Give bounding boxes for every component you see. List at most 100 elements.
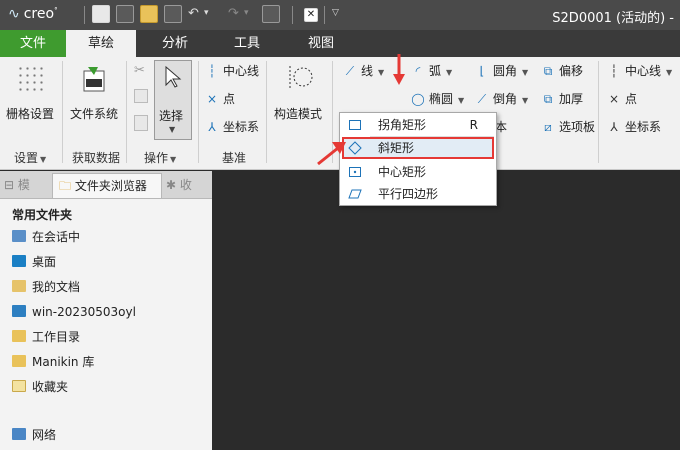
folder-item-working-directory[interactable]: 工作目录 [12,327,80,347]
coordinate-system-icon: ⅄ [610,120,618,134]
undo-dropdown-icon[interactable]: ▾ [204,8,209,18]
folder-item-favorites[interactable]: 收藏夹 [12,377,68,397]
redo-dropdown-icon[interactable]: ▾ [244,8,249,18]
sketch-centerline-button[interactable]: ┆ 中心线 ▼ [606,61,672,81]
folder-item-in-session[interactable]: 在会话中 [12,227,80,247]
group-separator [198,61,199,163]
line-button[interactable]: ⟋ 线 ▼ [342,61,384,81]
redo-icon[interactable]: ↷ [228,6,239,21]
tab-folder-browser[interactable]: 🗀 文件夹浏览器 [52,173,162,198]
tab-file[interactable]: 文件 [0,30,66,57]
folder-item-network[interactable]: 网络 [12,425,56,445]
thicken-icon: ⧉ [543,92,553,106]
palette-button[interactable]: ⧄ 选项板 [540,117,595,137]
chevron-down-icon: ▼ [666,68,673,77]
print-icon[interactable] [116,5,134,23]
cursor-arrow-icon [165,65,182,88]
tab-analysis[interactable]: 分析 [140,30,210,57]
arc-icon: ◜ [415,64,421,78]
folder-item-my-documents[interactable]: 我的文档 [12,277,80,297]
copy-icon[interactable] [134,89,148,103]
save-icon[interactable] [164,5,182,23]
cut-icon[interactable]: ✂ [134,63,145,78]
grid-settings-button[interactable]: 栅格设置 [6,105,54,122]
menu-item-center-rectangle[interactable]: 中心矩形 [342,161,494,183]
chevron-down-icon: ▼ [378,68,385,77]
fillet-button[interactable]: ⌊ 圆角 ▼ [474,61,529,81]
chamfer-button[interactable]: ⟋ 倒角 ▼ [474,89,528,109]
offset-button[interactable]: ⧉ 偏移 [540,61,583,81]
group-separator [598,61,599,163]
library-folder-icon [12,355,26,367]
chevron-down-icon: ▼ [446,68,453,77]
folder-item-desktop[interactable]: 桌面 [12,252,56,272]
select-button[interactable]: 选择 ▼ [154,60,192,140]
tab-favorites[interactable]: ✱ 收 [166,173,208,198]
common-folders-heading: 常用文件夹 [12,208,73,222]
regenerate-icon[interactable] [262,5,280,23]
folder-item-computer[interactable]: win-20230503oyl [12,302,136,322]
center-rectangle-icon [349,167,361,177]
menu-item-slanted-rectangle[interactable]: 斜矩形 [342,137,494,159]
close-window-icon[interactable]: ✕ [304,8,318,22]
menu-item-parallelogram[interactable]: 平行四边形 [342,183,494,205]
sketch-point-button[interactable]: × 点 [606,89,637,109]
working-directory-icon [12,330,26,342]
desktop-icon [12,255,26,267]
tab-sketch[interactable]: 草绘 [66,30,136,57]
paste-icon[interactable] [134,115,148,131]
title-bar: ∿ creo° ↶ ▾ ↷ ▾ ✕ ▽ S2D0001 (活动的) - [0,0,680,30]
sketch-coordsys-button[interactable]: ⅄ 坐标系 [606,117,661,137]
datum-coordsys-button[interactable]: ⅄ 坐标系 [204,117,259,137]
graphics-area[interactable] [213,171,680,450]
construction-mode-icon[interactable] [286,63,314,91]
corner-rectangle-icon [349,120,361,130]
shortcut-label: R [469,118,478,132]
annotation-arrow-right [317,142,346,166]
tab-model-tree[interactable]: ⊟ 模 [4,173,46,198]
network-icon [12,428,26,440]
palette-icon: ⧄ [544,120,552,134]
point-icon: × [206,92,218,106]
folder-icon: 🗀 [59,179,72,193]
group-separator [266,61,267,163]
folder-item-manikin-library[interactable]: Manikin 库 [12,352,94,372]
undo-icon[interactable]: ↶ [188,6,199,21]
group-settings[interactable]: 设置 ▼ [14,149,46,166]
tab-view[interactable]: 视图 [286,30,356,57]
parallelogram-icon [348,189,362,199]
point-icon: × [608,92,620,106]
file-system-button[interactable]: 文件系统 [70,105,118,122]
ribbon-tab-bar: 文件 草绘 分析 工具 视图 [0,30,680,57]
grid-icon[interactable] [17,65,45,93]
chevron-down-icon: ▼ [40,155,47,164]
computer-icon [12,305,26,317]
rectangle-type-menu: 拐角矩形 R 斜矩形 中心矩形 平行四边形 [339,112,497,206]
menu-item-corner-rectangle[interactable]: 拐角矩形 R [342,114,494,136]
offset-icon: ⧉ [543,64,553,78]
ellipse-button[interactable]: ◯ 椭圆 ▼ [410,89,464,109]
toolbar-separator [292,6,293,24]
arc-button[interactable]: ◜ 弧 ▼ [410,61,453,81]
favorites-folder-icon [12,380,26,392]
new-file-icon[interactable] [92,5,110,23]
construction-mode-button[interactable]: 构造模式 [274,105,322,122]
window-title: S2D0001 (活动的) - [552,11,674,26]
group-separator [62,61,63,163]
tab-tools[interactable]: 工具 [212,30,282,57]
chevron-down-icon: ▼ [522,96,529,105]
file-system-icon[interactable] [80,63,108,93]
datum-centerline-button[interactable]: ┆ 中心线 [204,61,259,81]
group-operations[interactable]: 操作 ▼ [144,149,176,166]
navigator-tabs: ⊟ 模 🗀 文件夹浏览器 ✱ 收 [0,171,212,199]
group-separator [126,61,127,163]
centerline-icon: ┆ [610,64,618,78]
datum-point-button[interactable]: × 点 [204,89,235,109]
thicken-button[interactable]: ⧉ 加厚 [540,89,583,109]
chevron-down-icon: ▼ [169,125,176,134]
creo-logo: ∿ creo° [8,6,58,22]
open-folder-icon[interactable] [140,5,158,23]
customize-toolbar-icon[interactable]: ▽ [332,8,339,18]
annotation-arrow-down [393,54,405,85]
chamfer-icon: ⟋ [477,92,487,106]
